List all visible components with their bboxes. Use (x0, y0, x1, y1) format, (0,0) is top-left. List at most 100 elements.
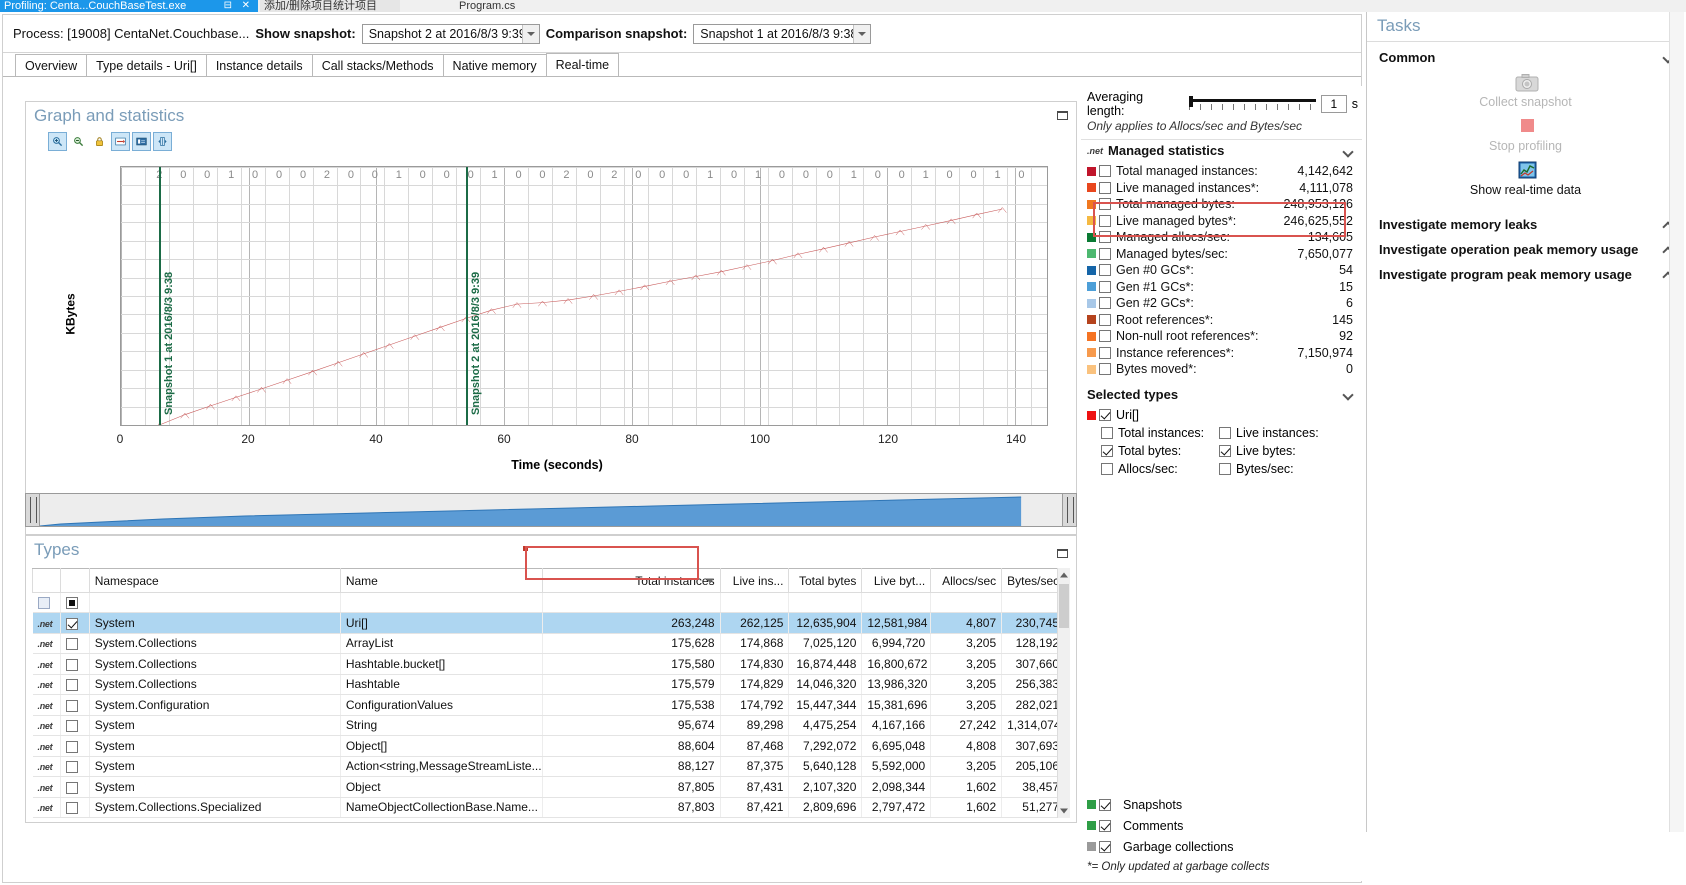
column-header-check[interactable] (61, 569, 89, 593)
row-checkbox[interactable] (61, 756, 89, 777)
tab-native-memory[interactable]: Native memory (443, 54, 547, 76)
task-group-header[interactable]: Investigate memory leaks (1367, 209, 1684, 234)
table-row[interactable]: .netSystemObject[]88,60487,4687,292,0726… (33, 736, 1065, 757)
pin-icon[interactable]: ⊟ (224, 0, 232, 12)
snapshot-marker-line[interactable] (159, 167, 161, 425)
tab-type-details-uri[interactable]: Type details - Uri[] (86, 54, 207, 76)
option-checkbox[interactable] (1101, 445, 1113, 457)
tab-call-stacks-methods[interactable]: Call stacks/Methods (312, 54, 444, 76)
fit-width-icon[interactable] (111, 132, 130, 151)
column-header-name[interactable]: Name (340, 569, 543, 593)
filter-cell[interactable] (340, 593, 543, 613)
column-header-icon[interactable] (33, 569, 61, 593)
row-checkbox[interactable] (61, 797, 89, 818)
managed-stat-row[interactable]: Root references*:145 (1081, 312, 1362, 329)
averaging-length-slider[interactable] (1189, 96, 1316, 112)
table-row[interactable]: .netSystem.Collections.SpecializedNameOb… (33, 797, 1065, 818)
filter-cell[interactable] (61, 593, 89, 613)
stat-checkbox[interactable] (1099, 248, 1111, 260)
table-row[interactable]: .netSystemObject87,80587,4312,107,3202,0… (33, 777, 1065, 798)
chevron-down-icon[interactable] (853, 25, 870, 43)
filter-cell[interactable] (789, 593, 862, 613)
stat-checkbox[interactable] (1099, 297, 1111, 309)
stat-checkbox[interactable] (1099, 182, 1111, 194)
stat-checkbox[interactable] (1099, 231, 1111, 243)
display-option-row[interactable]: Comments (1087, 815, 1362, 836)
show-legend-icon[interactable] (132, 132, 151, 151)
managed-stat-row[interactable]: Gen #0 GCs*:54 (1081, 262, 1362, 279)
managed-statistics-header[interactable]: .net Managed statistics (1081, 139, 1362, 161)
task-group-header[interactable]: Common (1367, 42, 1684, 67)
option-checkbox[interactable] (1101, 463, 1113, 475)
filter-cell[interactable] (33, 593, 61, 613)
ide-tab-program-cs[interactable]: Program.cs (455, 0, 565, 12)
vertical-scale-icon[interactable] (153, 132, 172, 151)
filter-icon[interactable] (38, 597, 50, 609)
table-row[interactable]: .netSystemUri[]263,248262,12512,635,9041… (33, 613, 1065, 634)
selected-type-option[interactable]: Allocs/sec: (1101, 460, 1219, 478)
row-select-checkbox[interactable] (66, 802, 78, 814)
selected-type-option[interactable]: Live instances: (1219, 424, 1337, 442)
ide-tab-profiling[interactable]: Profiling: Centa...CouchBaseTest.exe ⊟ ✕ (0, 0, 258, 12)
row-checkbox[interactable] (61, 674, 89, 695)
managed-stat-row[interactable]: Non-null root references*:92 (1081, 328, 1362, 345)
managed-stat-row[interactable]: Managed allocs/sec:134,605 (1081, 229, 1362, 246)
row-select-checkbox[interactable] (66, 782, 78, 794)
types-grid-scrollbar[interactable] (1057, 568, 1070, 818)
selected-type-option[interactable]: Total instances: (1101, 424, 1219, 442)
chevron-down-icon[interactable] (522, 25, 539, 43)
filter-row[interactable] (33, 593, 1065, 613)
stat-checkbox[interactable] (1099, 347, 1111, 359)
stat-checkbox[interactable] (1099, 165, 1111, 177)
minimize-panel-button[interactable] (1057, 111, 1068, 120)
comparison-snapshot-select[interactable]: Snapshot 1 at 2016/8/3 9:38 (693, 24, 871, 44)
timeline-overview-scrollbar[interactable] (25, 493, 1077, 527)
row-select-checkbox[interactable] (66, 761, 78, 773)
stat-checkbox[interactable] (1099, 215, 1111, 227)
table-row[interactable]: .netSystemAction<string,MessageStreamLis… (33, 756, 1065, 777)
column-header-total_bytes[interactable]: Total bytes (789, 569, 862, 593)
timeline-overview-area[interactable] (40, 494, 1062, 526)
tab-overview[interactable]: Overview (15, 54, 87, 76)
table-row[interactable]: .netSystem.ConfigurationConfigurationVal… (33, 695, 1065, 716)
row-checkbox[interactable] (61, 715, 89, 736)
option-checkbox[interactable] (1219, 427, 1231, 439)
tab-instance-details[interactable]: Instance details (206, 54, 313, 76)
scroll-up-icon[interactable] (1058, 568, 1070, 582)
tab-real-time[interactable]: Real-time (546, 53, 620, 76)
realtime-chart[interactable]: KBytes 200100020010001002020001010001001… (48, 154, 1066, 474)
task-group-header[interactable]: Investigate program peak memory usage (1367, 259, 1684, 284)
selected-type-row[interactable]: Uri[] (1081, 407, 1362, 424)
timeline-left-handle[interactable] (26, 494, 40, 526)
managed-stat-row[interactable]: Live managed bytes*:246,625,552 (1081, 213, 1362, 230)
row-select-checkbox[interactable] (66, 618, 78, 630)
option-checkbox[interactable] (1099, 820, 1111, 832)
selected-types-header[interactable]: Selected types (1081, 384, 1362, 405)
column-header-total_instances[interactable]: Total instances (543, 569, 720, 593)
scrollbar-thumb[interactable] (1059, 584, 1069, 628)
minimize-types-panel-button[interactable] (1057, 549, 1068, 558)
row-select-checkbox[interactable] (66, 659, 78, 671)
tasks-scrollbar[interactable] (1669, 12, 1684, 832)
column-header-namespace[interactable]: Namespace (89, 569, 340, 593)
option-checkbox[interactable] (1099, 841, 1111, 853)
managed-stat-row[interactable]: Gen #1 GCs*:15 (1081, 279, 1362, 296)
close-icon[interactable]: ✕ (242, 0, 250, 12)
selected-type-option[interactable]: Live bytes: (1219, 442, 1337, 460)
display-option-row[interactable]: Snapshots (1087, 794, 1362, 815)
table-row[interactable]: .netSystem.CollectionsArrayList175,62817… (33, 633, 1065, 654)
row-checkbox[interactable] (61, 736, 89, 757)
table-row[interactable]: .netSystem.CollectionsHashtable175,57917… (33, 674, 1065, 695)
show-snapshot-select[interactable]: Snapshot 2 at 2016/8/3 9:39 (362, 24, 540, 44)
stat-checkbox[interactable] (1099, 281, 1111, 293)
managed-stat-row[interactable]: Total managed instances:4,142,642 (1081, 163, 1362, 180)
managed-stat-row[interactable]: Bytes moved*:0 (1081, 361, 1362, 378)
row-checkbox[interactable] (61, 777, 89, 798)
column-header-live_instances[interactable]: Live ins... (720, 569, 789, 593)
option-checkbox[interactable] (1099, 799, 1111, 811)
row-select-checkbox[interactable] (66, 679, 78, 691)
lock-icon[interactable] (90, 132, 109, 151)
row-select-checkbox[interactable] (66, 638, 78, 650)
stat-checkbox[interactable] (1099, 198, 1111, 210)
filter-cell[interactable] (720, 593, 789, 613)
